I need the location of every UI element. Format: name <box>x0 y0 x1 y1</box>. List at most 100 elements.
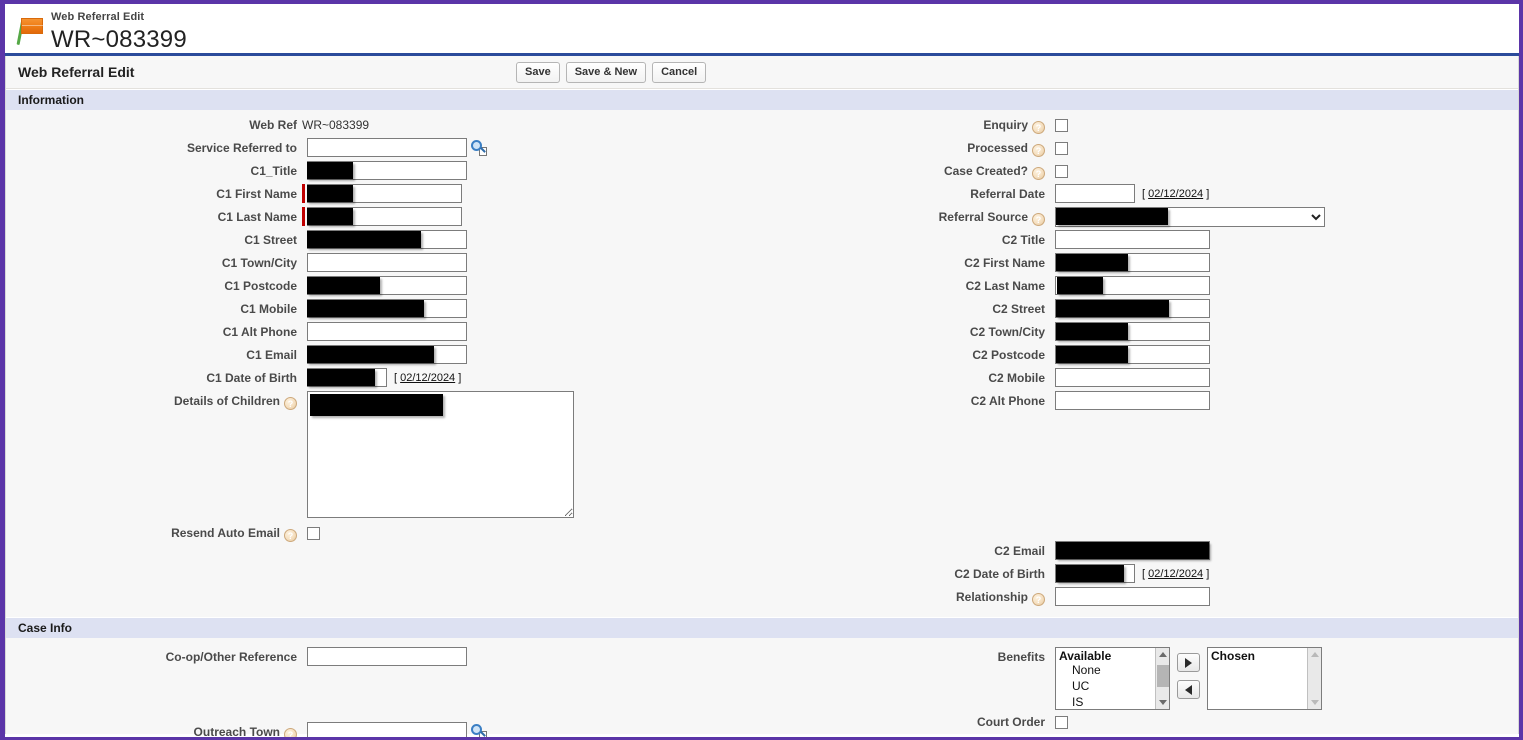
c1-dob-today-link[interactable]: 02/12/2024 <box>400 372 455 384</box>
field-c2-email: C2 Email <box>762 540 1518 562</box>
save-and-new-button[interactable]: Save & New <box>565 62 647 84</box>
outreach-town-input[interactable] <box>307 722 467 737</box>
field-c1-date-of-birth: C1 Date of Birth [ 02/12/2024 ] <box>6 367 762 389</box>
field-label: Referral Source? <box>762 206 1050 226</box>
field-referral-date: Referral Date [ 02/12/2024 ] <box>762 183 1518 205</box>
chosen-scrollbar[interactable] <box>1307 648 1321 709</box>
referral-source-select[interactable] <box>1055 207 1325 227</box>
help-icon[interactable]: ? <box>1032 121 1045 134</box>
details-of-children-textarea[interactable] <box>307 391 574 518</box>
help-icon[interactable]: ? <box>284 529 297 542</box>
c2-last-name-input[interactable] <box>1055 276 1210 295</box>
benefits-available-listbox[interactable]: Available None UC IS <box>1055 647 1170 710</box>
field-c2-mobile: C2 Mobile <box>762 367 1518 389</box>
c1-email-input[interactable] <box>307 345 467 364</box>
relationship-input[interactable] <box>1055 587 1210 606</box>
c1-title-input[interactable] <box>307 161 467 180</box>
service-referred-to-input[interactable] <box>307 138 467 157</box>
information-right-column: Enquiry? Processed? Case Created? ? Refe… <box>762 110 1518 609</box>
c2-first-name-input[interactable] <box>1055 253 1210 272</box>
help-icon[interactable]: ? <box>1032 593 1045 606</box>
referral-date-today-link[interactable]: 02/12/2024 <box>1148 188 1203 200</box>
c2-email-input[interactable] <box>1055 541 1210 560</box>
field-enquiry: Enquiry? <box>762 114 1518 136</box>
field-label: C2 Town/City <box>969 325 1045 339</box>
cancel-button[interactable]: Cancel <box>652 62 707 84</box>
field-c2-title: C2 Title <box>762 229 1518 251</box>
benefits-dual-listbox: Available None UC IS Chosen <box>1055 647 1322 710</box>
c1-mobile-input[interactable] <box>307 299 467 318</box>
available-option[interactable]: IS <box>1056 695 1169 709</box>
c1-alt-phone-input[interactable] <box>307 322 467 341</box>
resend-auto-email-checkbox[interactable] <box>307 527 320 540</box>
available-scrollbar[interactable] <box>1155 648 1169 709</box>
scroll-up-icon[interactable] <box>1156 648 1169 661</box>
field-label: C2 Mobile <box>988 371 1045 385</box>
scrollbar-thumb[interactable] <box>1157 665 1169 687</box>
field-c1-postcode: C1 Postcode <box>6 275 762 297</box>
referral-date-input[interactable] <box>1055 184 1135 203</box>
field-c1-first-name: C1 First Name <box>6 183 762 205</box>
scroll-down-icon[interactable] <box>1308 696 1321 709</box>
add-to-chosen-button[interactable] <box>1177 653 1200 672</box>
c2-date-of-birth-input[interactable] <box>1055 564 1135 583</box>
lookup-icon[interactable] <box>471 140 487 156</box>
case-created-checkbox[interactable] <box>1055 165 1068 178</box>
enquiry-checkbox[interactable] <box>1055 119 1068 132</box>
field-relationship: Relationship? <box>762 586 1518 608</box>
field-label: C1 Date of Birth <box>206 371 297 385</box>
help-icon[interactable]: ? <box>1032 144 1045 157</box>
record-header: Web Referral Edit WR~083399 <box>5 4 1519 56</box>
c2-title-input[interactable] <box>1055 230 1210 249</box>
pageblock-header: Web Referral Edit Save Save & New Cancel <box>6 56 1518 89</box>
scroll-down-icon[interactable] <box>1156 696 1169 709</box>
available-option[interactable]: UC <box>1056 679 1169 695</box>
coop-other-reference-input[interactable] <box>307 647 467 666</box>
field-label: Resend Auto Email? <box>6 522 302 542</box>
remove-from-chosen-button[interactable] <box>1177 680 1200 699</box>
save-button[interactable]: Save <box>516 62 560 84</box>
c1-last-name-input[interactable] <box>307 207 462 226</box>
case-info-left-column: Co-op/Other Reference Outreach Town? <box>6 638 762 737</box>
help-icon[interactable]: ? <box>284 728 297 737</box>
c1-first-name-input[interactable] <box>307 184 462 203</box>
section-header-case-info: Case Info <box>6 617 1518 638</box>
benefits-chosen-listbox[interactable]: Chosen <box>1207 647 1322 710</box>
c1-date-of-birth-input[interactable] <box>307 368 387 387</box>
field-c1-street: C1 Street <box>6 229 762 251</box>
help-icon[interactable]: ? <box>1032 167 1045 180</box>
field-label: Benefits <box>997 650 1045 664</box>
court-order-checkbox[interactable] <box>1055 716 1068 729</box>
scroll-up-icon[interactable] <box>1308 648 1321 661</box>
help-icon[interactable]: ? <box>284 397 297 410</box>
c2-mobile-input[interactable] <box>1055 368 1210 387</box>
field-c2-town-city: C2 Town/City <box>762 321 1518 343</box>
field-c2-street: C2 Street <box>762 298 1518 320</box>
page-frame: Web Referral Edit WR~083399 Web Referral… <box>5 4 1519 737</box>
c1-postcode-input[interactable] <box>307 276 467 295</box>
c2-alt-phone-input[interactable] <box>1055 391 1210 410</box>
field-resend-auto-email: Resend Auto Email? <box>6 522 762 544</box>
c2-dob-today-link[interactable]: 02/12/2024 <box>1148 568 1203 580</box>
c1-street-input[interactable] <box>307 230 467 249</box>
information-left-column: Web Ref WR~083399 Service Referred to C1… <box>6 110 762 609</box>
field-label: C1 Mobile <box>240 302 297 316</box>
lookup-icon[interactable] <box>471 724 487 737</box>
field-web-ref: Web Ref WR~083399 <box>6 114 762 136</box>
field-court-order: Court Order <box>762 711 1518 733</box>
field-c1-title: C1_Title <box>6 160 762 182</box>
page-body: Web Referral Edit Save Save & New Cancel… <box>5 56 1519 737</box>
available-option[interactable]: None <box>1056 663 1169 679</box>
field-referral-source: Referral Source? <box>762 206 1518 228</box>
c2-postcode-input[interactable] <box>1055 345 1210 364</box>
c2-town-city-input[interactable] <box>1055 322 1210 341</box>
field-label: Details of Children? <box>6 390 302 410</box>
information-columns: Web Ref WR~083399 Service Referred to C1… <box>6 110 1518 609</box>
c2-street-input[interactable] <box>1055 299 1210 318</box>
processed-checkbox[interactable] <box>1055 142 1068 155</box>
c1-town-city-input[interactable] <box>307 253 467 272</box>
section-header-information: Information <box>6 89 1518 110</box>
field-c2-postcode: C2 Postcode <box>762 344 1518 366</box>
field-label: Enquiry? <box>762 114 1050 134</box>
help-icon[interactable]: ? <box>1032 213 1045 226</box>
